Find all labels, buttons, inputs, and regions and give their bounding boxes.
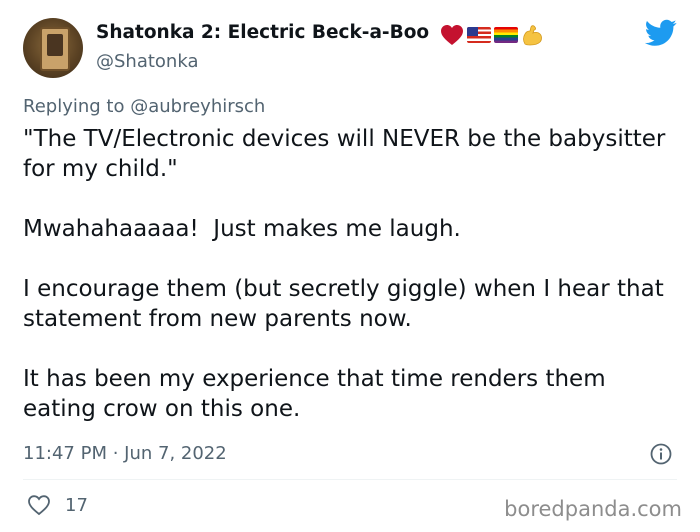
replying-to-label: Replying to bbox=[23, 96, 125, 117]
tweet-paragraph: "The TV/Electronic devices will NEVER be… bbox=[23, 126, 673, 182]
flexed-biceps-emoji-icon bbox=[523, 25, 542, 46]
watermark: boredpanda.com bbox=[504, 497, 682, 521]
info-icon[interactable] bbox=[650, 443, 672, 465]
tweet-card: Shatonka 2: Electric Beck-a-Boo @Shatonk… bbox=[0, 0, 700, 532]
tweet-timestamp[interactable]: 11:47 PM · Jun 7, 2022 bbox=[23, 443, 227, 464]
avatar-image bbox=[40, 27, 70, 71]
tweet-text: "The TV/Electronic devices will NEVER be… bbox=[23, 124, 683, 424]
reply-mention-link[interactable]: @aubreyhirsch bbox=[130, 96, 265, 117]
name-badges bbox=[440, 23, 543, 47]
heart-emoji-icon bbox=[441, 25, 463, 45]
twitter-bird-icon[interactable] bbox=[645, 19, 677, 47]
avatar[interactable] bbox=[23, 18, 83, 78]
tweet-paragraph: Mwahahaaaaa! Just makes me laugh. bbox=[23, 216, 461, 242]
rainbow-flag-emoji-icon bbox=[494, 27, 518, 43]
display-name[interactable]: Shatonka 2: Electric Beck-a-Boo bbox=[96, 22, 429, 43]
like-count: 17 bbox=[65, 495, 88, 516]
divider bbox=[23, 479, 677, 480]
heart-icon[interactable] bbox=[27, 494, 51, 516]
replying-to-line: Replying to @aubreyhirsch bbox=[23, 96, 265, 117]
user-handle[interactable]: @Shatonka bbox=[96, 51, 198, 72]
us-flag-emoji-icon bbox=[467, 27, 491, 43]
tweet-paragraph: I encourage them (but secretly giggle) w… bbox=[23, 276, 672, 332]
tweet-paragraph: It has been my experience that time rend… bbox=[23, 366, 613, 422]
